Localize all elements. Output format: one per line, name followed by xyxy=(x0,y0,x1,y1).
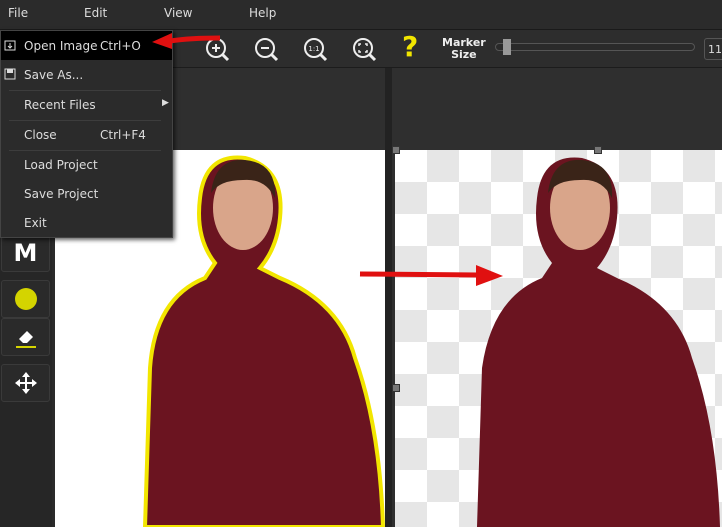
red-arrow-annotation-menu xyxy=(152,33,221,49)
eraser-icon xyxy=(15,331,36,348)
canvas-divider[interactable] xyxy=(385,68,392,527)
slider-thumb[interactable] xyxy=(502,39,511,55)
marker-size-input[interactable]: 11 xyxy=(704,38,722,60)
move-tool-button[interactable] xyxy=(1,364,50,402)
file-menu-dropdown: Open Image Ctrl+O Save As... Recent Files… xyxy=(0,30,173,238)
eraser-tool-button[interactable] xyxy=(1,318,50,356)
menu-item-shortcut: Ctrl+O xyxy=(100,39,141,53)
menu-item-label: Close xyxy=(24,128,57,142)
brush-color-icon xyxy=(14,288,37,310)
result-image-canvas[interactable] xyxy=(392,68,722,527)
crop-handle-top-left[interactable] xyxy=(392,146,400,154)
manual-tool-button[interactable]: M xyxy=(1,234,50,272)
marker-size-slider[interactable] xyxy=(495,39,695,55)
menu-item-label: Save Project xyxy=(24,187,99,201)
menu-item-recent-files[interactable]: Recent Files ▶ xyxy=(1,90,172,119)
menu-bar: File Edit View Help xyxy=(0,0,722,30)
menu-item-close[interactable]: Close Ctrl+F4 xyxy=(1,120,172,149)
crop-handle-top-middle[interactable] xyxy=(594,146,602,154)
menu-file[interactable]: File xyxy=(8,6,28,20)
zoom-fit-icon[interactable] xyxy=(350,35,378,63)
manual-tool-label: M xyxy=(13,239,38,267)
zoom-out-icon[interactable] xyxy=(252,35,280,63)
menu-help[interactable]: Help xyxy=(249,6,276,20)
menu-view[interactable]: View xyxy=(164,6,192,20)
save-icon xyxy=(4,68,16,80)
menu-item-open-image[interactable]: Open Image Ctrl+O xyxy=(1,31,172,60)
red-arrow-annotation xyxy=(359,265,503,286)
menu-item-label: Recent Files xyxy=(24,98,96,112)
menu-item-shortcut: Ctrl+F4 xyxy=(100,128,146,142)
brush-tool-button[interactable] xyxy=(1,280,50,318)
crop-handle-middle-left[interactable] xyxy=(392,384,400,392)
menu-edit[interactable]: Edit xyxy=(84,6,107,20)
help-icon[interactable]: ? xyxy=(402,30,418,63)
result-person-image xyxy=(477,157,720,527)
marker-size-label: Marker Size xyxy=(442,37,486,61)
menu-item-save-as[interactable]: Save As... xyxy=(1,60,172,89)
menu-item-label: Load Project xyxy=(24,158,98,172)
move-icon xyxy=(14,372,37,394)
submenu-arrow-icon: ▶ xyxy=(162,98,169,108)
open-icon xyxy=(4,40,16,51)
menu-item-label: Save As... xyxy=(24,68,84,82)
menu-item-label: Exit xyxy=(24,216,47,230)
menu-item-exit[interactable]: Exit xyxy=(1,208,172,237)
marker-label-line2: Size xyxy=(451,48,477,61)
menu-item-save-project[interactable]: Save Project xyxy=(1,179,172,208)
zoom-actual-glyph: 1:1 xyxy=(308,45,319,53)
menu-item-label: Open Image xyxy=(24,39,98,53)
menu-item-load-project[interactable]: Load Project xyxy=(1,150,172,179)
zoom-actual-icon[interactable]: 1:1 xyxy=(301,35,329,63)
